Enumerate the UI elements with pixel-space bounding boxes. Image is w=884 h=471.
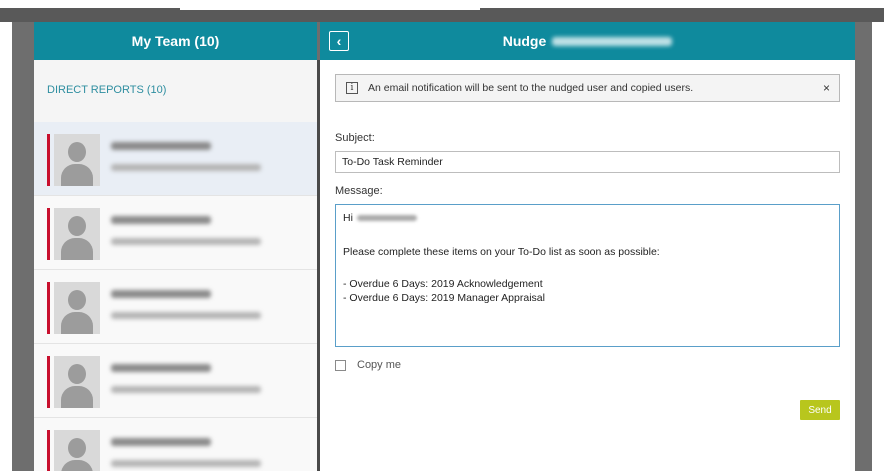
- status-accent: [47, 356, 50, 408]
- blurred-user-name: [552, 36, 673, 46]
- direct-reports-list: [34, 122, 317, 471]
- message-body: Please complete these items on your To-D…: [343, 246, 660, 258]
- list-item[interactable]: [34, 344, 317, 418]
- team-panel: My Team (10) DIRECT REPORTS (10): [34, 22, 317, 471]
- status-accent: [47, 282, 50, 334]
- close-icon[interactable]: ×: [823, 81, 830, 95]
- blurred-name: [111, 364, 211, 372]
- copy-me-checkbox[interactable]: [335, 359, 346, 371]
- blurred-title: [111, 238, 261, 245]
- nudge-header: ‹ Nudge: [320, 22, 855, 60]
- subject-label: Subject:: [335, 132, 375, 144]
- status-accent: [47, 134, 50, 186]
- blurred-name: [111, 438, 211, 446]
- top-bar: [0, 8, 884, 22]
- team-body: DIRECT REPORTS (10): [34, 60, 317, 471]
- top-cut: [180, 0, 480, 10]
- chevron-left-icon: ‹: [336, 33, 342, 49]
- status-accent: [47, 208, 50, 260]
- app-frame: My Team (10) DIRECT REPORTS (10) ‹ Nudge…: [12, 22, 872, 471]
- back-button[interactable]: ‹: [329, 31, 349, 51]
- avatar: [54, 134, 100, 186]
- top-strip: [0, 0, 884, 22]
- nudge-title-text: Nudge: [502, 33, 547, 49]
- message-item-1: - Overdue 6 Days: 2019 Acknowledgement: [343, 278, 543, 290]
- list-item[interactable]: [34, 122, 317, 196]
- subject-field[interactable]: To-Do Task Reminder: [335, 151, 840, 173]
- blurred-title: [111, 386, 261, 393]
- nudge-panel: ‹ Nudge i An email notification will be …: [320, 22, 855, 471]
- blurred-title: [111, 164, 261, 171]
- blurred-recipient-name: [356, 215, 417, 221]
- list-item[interactable]: [34, 196, 317, 270]
- status-accent: [47, 430, 50, 471]
- message-textarea[interactable]: Hi Please complete these items on your T…: [335, 204, 840, 347]
- list-item[interactable]: [34, 270, 317, 344]
- direct-reports-label: DIRECT REPORTS (10): [47, 84, 167, 96]
- blurred-name: [111, 290, 211, 298]
- info-message-strip: i An email notification will be sent to …: [335, 74, 840, 102]
- team-header: My Team (10): [34, 22, 317, 60]
- avatar: [54, 282, 100, 334]
- blurred-name: [111, 142, 211, 150]
- avatar: [54, 356, 100, 408]
- blurred-title: [111, 312, 261, 319]
- message-greeting: Hi: [343, 211, 832, 225]
- copy-me-row: Copy me: [335, 359, 401, 371]
- copy-me-label: Copy me: [357, 359, 402, 371]
- nudge-title: Nudge: [503, 33, 673, 49]
- info-text: An email notification will be sent to th…: [368, 82, 694, 94]
- avatar: [54, 430, 100, 471]
- avatar: [54, 208, 100, 260]
- message-label: Message:: [335, 185, 383, 197]
- blurred-name: [111, 216, 211, 224]
- team-title: My Team (10): [131, 33, 220, 49]
- message-item-2: - Overdue 6 Days: 2019 Manager Appraisal: [343, 292, 545, 304]
- greeting-text: Hi: [343, 212, 353, 224]
- send-button[interactable]: Send: [800, 400, 840, 420]
- blurred-title: [111, 460, 261, 467]
- list-item[interactable]: [34, 418, 317, 471]
- info-icon: i: [346, 82, 358, 94]
